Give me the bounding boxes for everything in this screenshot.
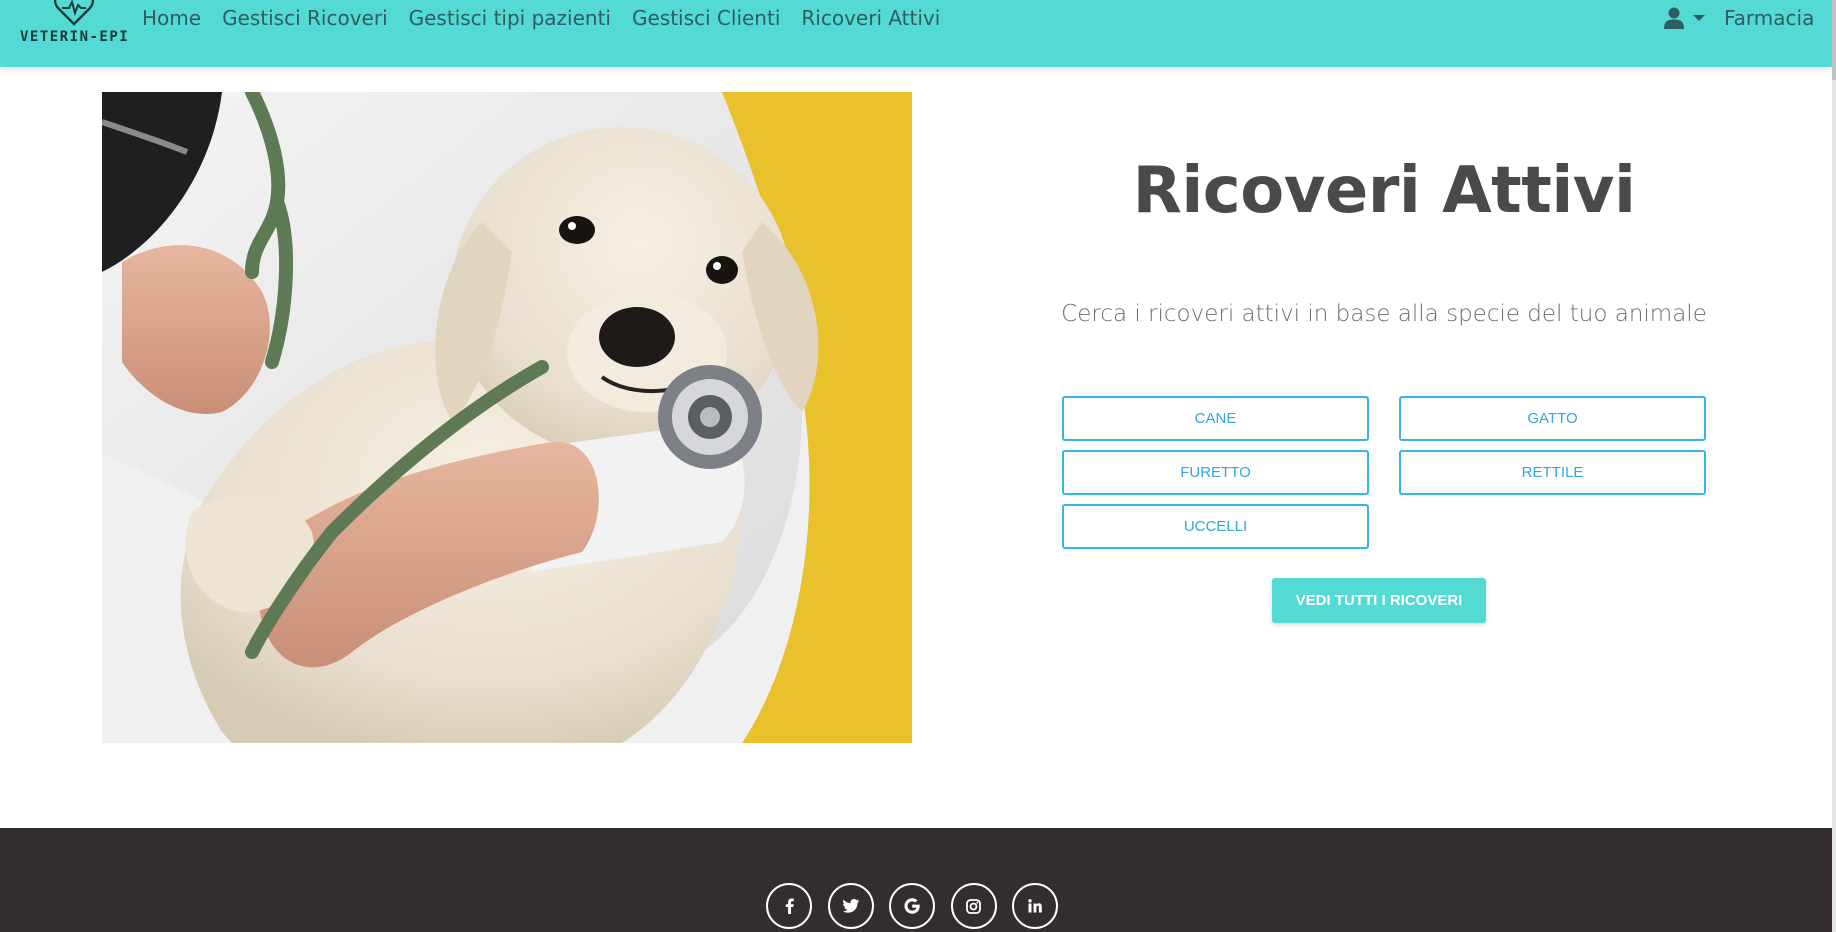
- nav-link-farmacia[interactable]: Farmacia: [1724, 6, 1814, 30]
- nav-link-home[interactable]: Home: [142, 6, 201, 30]
- main-content: Ricoveri Attivi Cerca i ricoveri attivi …: [1000, 92, 1768, 743]
- species-button-gatto[interactable]: Gatto: [1399, 396, 1706, 441]
- page: VETERIN-EPI Home Gestisci Ricoveri Gesti…: [0, 0, 1836, 932]
- page-title: Ricoveri Attivi: [1132, 154, 1636, 228]
- species-button-rettile[interactable]: Rettile: [1399, 450, 1706, 495]
- hero-image-puppy-vet: [102, 92, 912, 743]
- brand-logo[interactable]: VETERIN-EPI: [18, 0, 128, 67]
- brand-name: VETERIN-EPI: [20, 29, 130, 45]
- social-links: [766, 883, 1074, 929]
- nav-link-gestisci-clienti[interactable]: Gestisci Clienti: [632, 6, 780, 30]
- view-all-button[interactable]: VEDI TUTTI I RICOVERI: [1272, 578, 1486, 623]
- linkedin-icon: [1028, 899, 1042, 913]
- social-button-linkedin[interactable]: [1012, 883, 1058, 929]
- nav-link-ricoveri-attivi[interactable]: Ricoveri Attivi: [801, 6, 940, 30]
- social-button-instagram[interactable]: [950, 883, 997, 929]
- page-subtitle: Cerca i ricoveri attivi in base alla spe…: [1061, 301, 1707, 327]
- puppy-illustration: [102, 92, 912, 743]
- user-icon: [1664, 7, 1684, 29]
- navbar: VETERIN-EPI Home Gestisci Ricoveri Gesti…: [0, 0, 1832, 67]
- footer: [0, 828, 1832, 932]
- twitter-icon: [842, 899, 859, 913]
- nav-link-gestisci-ricoveri[interactable]: Gestisci Ricoveri: [222, 6, 388, 30]
- social-button-twitter[interactable]: [827, 883, 874, 929]
- social-button-facebook[interactable]: [766, 883, 812, 929]
- social-button-google[interactable]: [889, 883, 935, 929]
- scrollbar[interactable]: [1832, 0, 1836, 932]
- user-menu-toggle[interactable]: [1664, 6, 1706, 30]
- instagram-icon: [966, 898, 981, 914]
- nav-link-gestisci-tipi-pazienti[interactable]: Gestisci tipi pazienti: [409, 6, 611, 30]
- scrollbar-thumb[interactable]: [1832, 0, 1836, 80]
- google-icon: [904, 898, 920, 914]
- heart-pulse-icon: [54, 0, 94, 26]
- species-button-furetto[interactable]: Furetto: [1062, 450, 1369, 495]
- species-button-cane[interactable]: Cane: [1062, 396, 1369, 441]
- species-button-uccelli[interactable]: Uccelli: [1062, 504, 1369, 549]
- facebook-icon: [785, 898, 794, 914]
- nav-links: Home Gestisci Ricoveri Gestisci tipi paz…: [142, 6, 961, 30]
- caret-down-icon: [1693, 15, 1705, 21]
